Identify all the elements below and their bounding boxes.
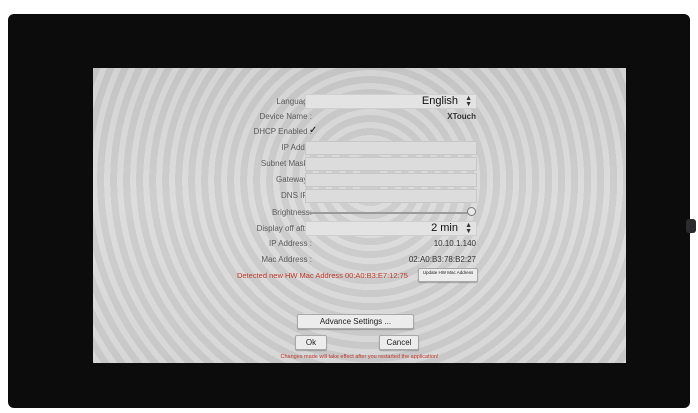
gateway-input[interactable] — [305, 173, 477, 187]
update-mac-button[interactable]: Update HW Mac Address — [418, 268, 478, 282]
mac-address-row: Mac Address : 02:A0:B3:78:B2:27 — [93, 253, 626, 267]
updown-arrow-icon: ▲ ▼ — [465, 222, 472, 235]
ip-addr-input[interactable] — [305, 141, 477, 155]
dns-ip-input[interactable] — [305, 189, 477, 203]
cancel-button[interactable]: Cancel — [379, 335, 419, 350]
language-row: Language English ▲ ▼ — [93, 94, 626, 109]
checkmark-icon[interactable]: ✓ — [309, 124, 317, 138]
device-name-label: Device Name : — [259, 112, 312, 121]
brightness-slider-knob[interactable] — [467, 207, 476, 216]
brightness-slider-track[interactable] — [309, 212, 469, 214]
ok-button[interactable]: Ok — [295, 335, 327, 350]
ip-address-value: 10.10.1.140 — [433, 239, 476, 248]
display-off-row: Display off after 2 min ▲ ▼ — [93, 221, 626, 236]
restart-note: Changes made will take effect after you … — [280, 354, 439, 360]
brightness-label: Brightness: — [271, 208, 312, 217]
mac-address-value: 02:A0:B3:78:B2:27 — [408, 255, 476, 264]
mac-warning-text: Detected new HW Mac Address 00:A0:B3:E7:… — [237, 271, 408, 280]
dns-ip-row: DNS IP : — [93, 189, 626, 203]
brightness-row: Brightness: — [93, 206, 626, 220]
device-name-value: XTouch — [447, 112, 476, 121]
gateway-row: Gateway : — [93, 173, 626, 187]
language-select[interactable]: English ▲ ▼ — [305, 94, 477, 109]
advance-settings-button[interactable]: Advance Settings ... — [297, 314, 414, 329]
ip-addr-row: IP Addr : — [93, 141, 626, 155]
settings-screen: Language English ▲ ▼ Device Name : XTouch… — [93, 68, 626, 363]
ip-address-label: IP Address : — [269, 239, 312, 248]
display-off-value: 2 min — [431, 222, 458, 234]
subnet-mask-input[interactable] — [305, 157, 477, 171]
mac-address-label: Mac Address : — [261, 255, 312, 264]
subnet-mask-row: Subnet Mask : — [93, 157, 626, 171]
dhcp-label: DHCP Enabled : — [253, 127, 312, 136]
language-value: English — [421, 95, 458, 107]
ip-address-row: IP Address : 10.10.1.140 — [93, 237, 626, 251]
display-off-label: Display off after — [256, 224, 312, 233]
display-off-select[interactable]: 2 min ▲ ▼ — [305, 221, 477, 236]
updown-arrow-icon: ▲ ▼ — [465, 95, 472, 108]
device-name-row: Device Name : XTouch — [93, 110, 626, 124]
bezel-sensor — [686, 219, 696, 233]
dhcp-row: DHCP Enabled : ✓ — [93, 125, 626, 139]
